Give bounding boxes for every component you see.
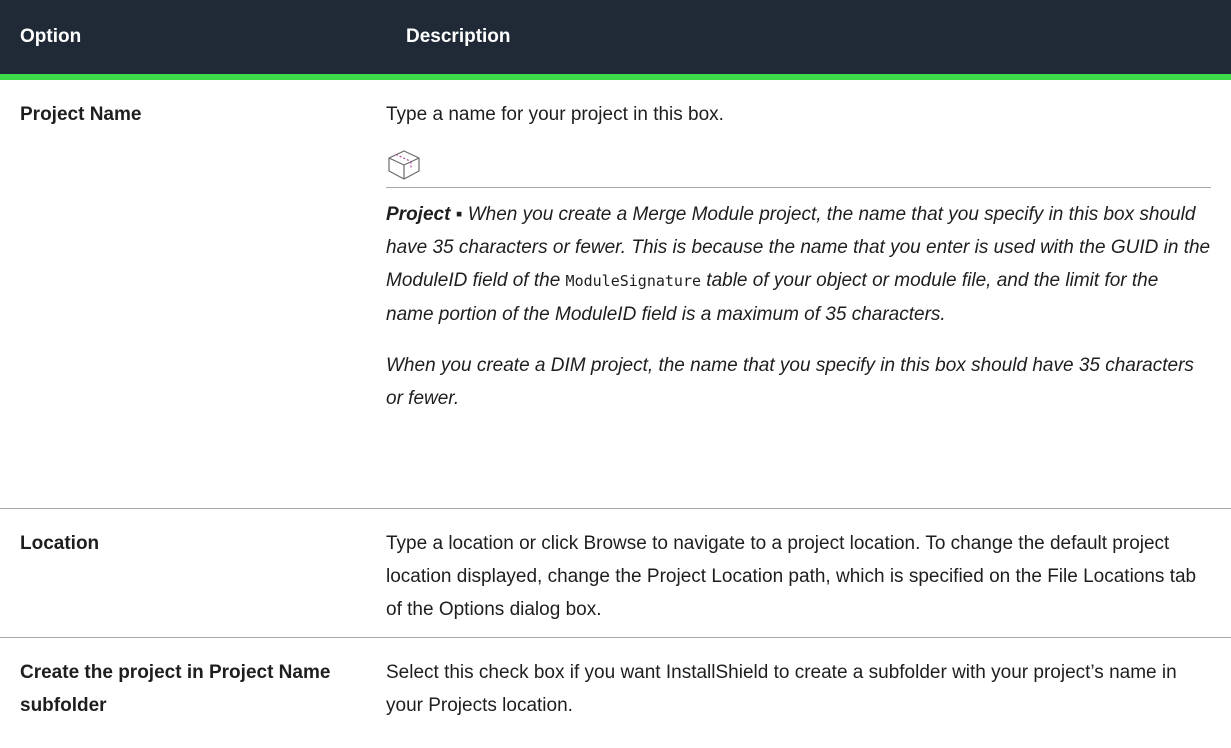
project-box-icon — [386, 149, 422, 181]
header-description: Description — [386, 0, 1231, 77]
description-location: Type a location or click Browse to navig… — [386, 509, 1231, 638]
note-dim-project: When you create a DIM project, the name … — [386, 349, 1211, 415]
table-header: Option Description — [0, 0, 1231, 77]
table-row-create-subfolder: Create the project in Project Name subfo… — [0, 638, 1231, 748]
description-create-subfolder: Select this check box if you want Instal… — [386, 638, 1231, 748]
option-location: Location — [0, 509, 386, 638]
code-module-signature: ModuleSignature — [566, 272, 701, 290]
options-table: Option Description Project Name Type a n… — [0, 0, 1231, 748]
option-project-name: Project Name — [0, 77, 386, 509]
description-project-name: Type a name for your project in this box… — [386, 77, 1231, 509]
option-create-subfolder: Create the project in Project Name subfo… — [0, 638, 386, 748]
note-merge-module: Project ▪ When you create a Merge Module… — [386, 198, 1211, 331]
description-text: Type a name for your project in this box… — [386, 98, 1211, 131]
note-separator: ▪ — [450, 204, 467, 225]
note-lead: Project — [386, 204, 450, 225]
table-row-project-name: Project Name Type a name for your projec… — [0, 77, 1231, 509]
header-option: Option — [0, 0, 386, 77]
header-row: Option Description — [0, 0, 1231, 77]
note-header — [386, 143, 1211, 188]
table-row-location: Location Type a location or click Browse… — [0, 509, 1231, 638]
